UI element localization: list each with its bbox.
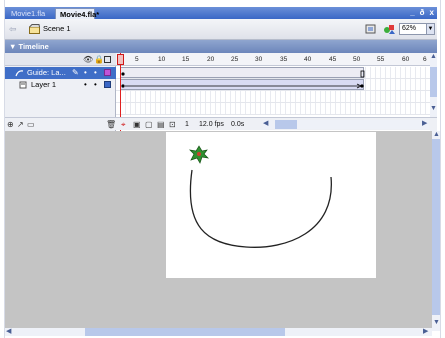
tab-movie4[interactable]: Movie4.fla*: [55, 8, 99, 19]
scroll-up-icon[interactable]: ▲: [430, 53, 437, 61]
timeline-footer: ⊕ ↗ ▭ 🗑 ⌖ ▣ ▢ ▤ ⊡ 1 12.0 fps 0.0s ◀ ▶: [5, 117, 437, 130]
window-controls: _ ð x: [410, 7, 434, 19]
ruler-tick: 55: [377, 56, 385, 63]
zoom-input[interactable]: 62%: [399, 23, 427, 35]
frames-row-layer1[interactable]: [116, 79, 430, 91]
pencil-icon: ✎: [72, 68, 79, 77]
motion-guide-path: [189, 169, 332, 248]
scene-icon: [29, 24, 40, 34]
insert-layer-icon[interactable]: ⊕: [7, 120, 14, 129]
scrollbar-thumb[interactable]: [430, 67, 437, 97]
scroll-down-icon[interactable]: ▼: [433, 319, 440, 327]
scroll-left-icon[interactable]: ◀: [263, 120, 268, 128]
frames-row-empty[interactable]: [116, 91, 430, 103]
ruler-tick: 5: [135, 56, 139, 63]
edit-multiple-frames-icon[interactable]: ▤: [157, 120, 165, 129]
scroll-right-icon[interactable]: ▶: [422, 120, 427, 128]
frames-row-guide[interactable]: [116, 67, 430, 79]
ruler-tick: 20: [207, 56, 215, 63]
timeline-horizontal-scrollbar[interactable]: ◀ ▶: [263, 120, 429, 129]
ruler-tick: 25: [231, 56, 239, 63]
motion-tween-span[interactable]: [120, 79, 364, 90]
add-motion-guide-icon[interactable]: ↗: [17, 120, 24, 129]
stage-drawing: [188, 145, 332, 248]
onion-outline-icon[interactable]: ▢: [145, 120, 153, 129]
edit-scene-icon[interactable]: [383, 23, 395, 35]
insert-folder-icon[interactable]: ▭: [27, 120, 35, 129]
back-arrow-icon[interactable]: ⇦: [9, 24, 19, 34]
elapsed-time-readout: 0.0s: [231, 121, 245, 128]
outline-icon[interactable]: [104, 56, 111, 63]
layer-icon: [19, 81, 27, 89]
document-tab-bar: Movie1.fla Movie4.fla* _ ð x: [5, 7, 437, 19]
stage-vertical-scrollbar[interactable]: ▲ ▼: [432, 131, 440, 331]
trash-icon[interactable]: 🗑: [106, 120, 116, 129]
scrollbar-thumb[interactable]: [432, 139, 440, 315]
ruler-tick: 10: [158, 56, 166, 63]
modify-onion-markers-icon[interactable]: ⊡: [169, 120, 176, 129]
tab-movie1[interactable]: Movie1.fla: [7, 8, 53, 19]
outline-color-box[interactable]: [104, 69, 111, 76]
close-button[interactable]: x: [430, 7, 434, 19]
stage-canvas[interactable]: [166, 132, 376, 278]
motion-guide-icon: [15, 70, 24, 77]
ruler-tick: 35: [280, 56, 288, 63]
ruler-tick: 60: [402, 56, 410, 63]
lock-dot[interactable]: •: [94, 67, 97, 79]
stage-horizontal-scrollbar[interactable]: ◀ ▶: [5, 328, 432, 336]
scrollbar-thumb[interactable]: [85, 328, 285, 336]
edit-symbols-icon[interactable]: [365, 23, 377, 35]
ruler-tick: 40: [304, 56, 312, 63]
restore-button[interactable]: ð: [420, 7, 425, 19]
frames-row-empty[interactable]: [116, 103, 430, 115]
current-frame-readout: 1: [185, 121, 189, 128]
onion-skin-icon[interactable]: ▣: [133, 120, 141, 129]
scrollbar-thumb[interactable]: [275, 120, 297, 129]
playhead-handle[interactable]: [117, 54, 124, 65]
frame-rate-readout: 12.0 fps: [199, 121, 224, 128]
eye-icon[interactable]: 👁: [83, 55, 93, 64]
right-border: [440, 0, 445, 338]
layer-name: Layer 1: [31, 80, 57, 89]
leaf-symbol-icon: [188, 145, 210, 164]
layer-panel-header: 👁 🔒: [5, 53, 116, 66]
outline-color-box[interactable]: [104, 81, 111, 88]
edit-bar: ⇦ Scene 1 62% ▼: [5, 19, 437, 40]
scroll-left-icon[interactable]: ◀: [6, 328, 11, 336]
scroll-down-icon[interactable]: ▼: [430, 105, 437, 113]
zoom-dropdown-button[interactable]: ▼: [427, 23, 435, 35]
layer-name: Guide: La...: [27, 68, 66, 77]
collapse-arrow-icon: ▼: [9, 42, 19, 51]
lock-icon[interactable]: 🔒: [94, 55, 104, 64]
guide-frame-span[interactable]: [120, 67, 365, 78]
minimize-button[interactable]: _: [410, 7, 414, 19]
ruler-tick: 15: [182, 56, 190, 63]
lock-dot[interactable]: •: [94, 79, 97, 91]
layer-row-guide[interactable]: Guide: La... ✎ • •: [5, 67, 116, 79]
scroll-right-icon[interactable]: ▶: [423, 328, 428, 336]
visibility-dot[interactable]: •: [84, 79, 87, 91]
center-frame-icon[interactable]: ⌖: [121, 120, 126, 129]
ruler-tick: 50: [353, 56, 361, 63]
stage-pasteboard[interactable]: [5, 131, 437, 328]
timeline-panel-header[interactable]: ▼ Timeline: [5, 40, 437, 53]
scene-label: Scene 1: [43, 24, 71, 33]
visibility-dot[interactable]: •: [84, 67, 87, 79]
layer-row-layer1[interactable]: Layer 1 • •: [5, 79, 116, 91]
keyframe-marker: [121, 70, 365, 78]
ruler-tick: 6: [423, 56, 427, 63]
frame-ruler[interactable]: 5 10 15 20 25 30 35 40 45 50 55 60 6: [116, 53, 430, 66]
flash-editor-window: Movie1.fla Movie4.fla* _ ð x ⇦ Scene 1 6…: [0, 0, 445, 338]
tween-arrow: [121, 83, 364, 89]
ruler-tick: 45: [329, 56, 337, 63]
timeline-title: Timeline: [18, 42, 49, 51]
scroll-up-icon[interactable]: ▲: [433, 131, 440, 139]
ruler-tick: 30: [255, 56, 263, 63]
